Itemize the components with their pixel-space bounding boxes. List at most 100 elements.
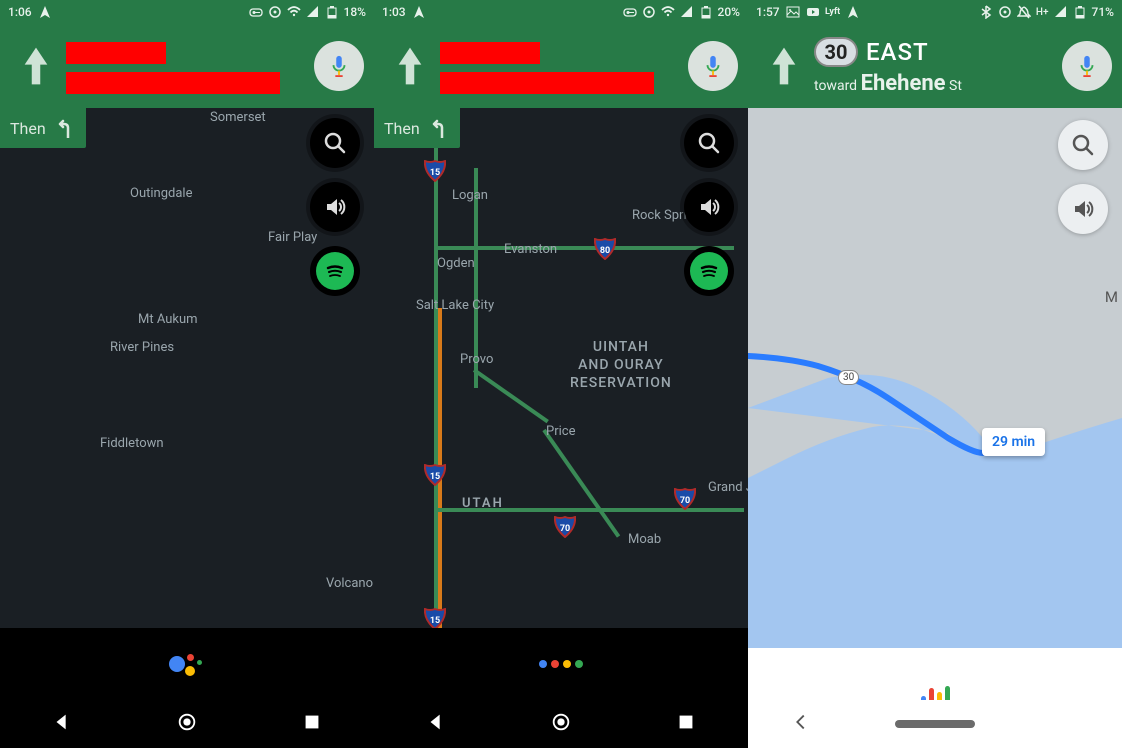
floating-buttons <box>1058 120 1108 234</box>
status-bar: 1:57 Lyft H+ 71% <box>748 0 1122 24</box>
volume-fab[interactable] <box>310 182 360 232</box>
map-label-ogden: Ogden <box>437 256 475 271</box>
youtube-notif-icon <box>806 5 820 19</box>
home-button[interactable] <box>176 711 198 737</box>
volume-fab[interactable] <box>684 182 734 232</box>
battery-text: 71% <box>1092 5 1114 19</box>
redacted-block <box>440 72 654 94</box>
clock-text: 1:57 <box>756 5 780 19</box>
map-label-price: Price <box>546 424 575 439</box>
battery-icon <box>699 5 713 19</box>
interstate-shield-icon: 15 <box>424 160 446 182</box>
route-shield-small: 30 <box>838 370 859 385</box>
map-label-volcano: Volcano <box>326 576 373 591</box>
toward-suffix: St <box>949 78 962 94</box>
wifi-icon <box>661 5 675 19</box>
home-button[interactable] <box>550 711 572 737</box>
svg-text:70: 70 <box>560 524 570 534</box>
phone-screenshot-1: 1:06 18% Then <box>0 0 374 748</box>
phone-screenshot-2: 1:03 20% Then <box>374 0 748 748</box>
back-button[interactable] <box>425 711 447 737</box>
android-nav-bar <box>374 700 748 748</box>
direction-text-redacted <box>440 38 680 94</box>
map-label-evanston: Evanston <box>504 242 557 257</box>
turn-left-icon <box>428 118 448 138</box>
search-fab[interactable] <box>1058 120 1108 170</box>
image-notif-icon <box>786 5 800 19</box>
home-pill[interactable] <box>895 720 975 728</box>
assistant-bar[interactable] <box>0 628 374 700</box>
map-label-utah: UTAH <box>462 496 504 511</box>
svg-text:70: 70 <box>680 496 690 506</box>
recent-button[interactable] <box>301 711 323 737</box>
android-nav-bar <box>0 700 374 748</box>
hplus-icon: H+ <box>1036 7 1049 18</box>
heading-text: EAST <box>866 38 929 66</box>
recent-button[interactable] <box>675 711 697 737</box>
nav-cursor-icon <box>846 5 860 19</box>
map-label-mtaukum: Mt Aukum <box>138 312 198 327</box>
voice-search-button[interactable] <box>314 41 364 91</box>
direction-text-redacted <box>66 38 306 94</box>
lyft-notif-icon: Lyft <box>826 5 840 19</box>
map-label-fiddletown: Fiddletown <box>100 436 164 451</box>
floating-buttons <box>310 118 360 296</box>
battery-icon <box>325 5 339 19</box>
navigation-header[interactable]: 30 EAST toward Ehehene St <box>748 24 1122 108</box>
spotify-fab[interactable] <box>310 246 360 296</box>
map-label-edge: M <box>1105 288 1118 306</box>
location-icon <box>268 5 282 19</box>
map-label-riverpines: River Pines <box>110 340 174 355</box>
map-label-slc: Salt Lake City <box>416 298 494 313</box>
spotify-fab[interactable] <box>684 246 734 296</box>
map-label-outingdale: Outingdale <box>130 186 192 201</box>
voice-search-button[interactable] <box>1062 41 1112 91</box>
assistant-bar[interactable] <box>374 628 748 700</box>
map-label-logan: Logan <box>452 188 488 203</box>
battery-text: 20% <box>718 5 740 19</box>
floating-buttons <box>684 118 734 296</box>
road-minor <box>473 368 549 423</box>
voice-search-button[interactable] <box>688 41 738 91</box>
search-fab[interactable] <box>684 118 734 168</box>
direction-arrow-icon <box>6 43 66 89</box>
volume-fab[interactable] <box>1058 184 1108 234</box>
svg-text:15: 15 <box>430 472 440 482</box>
back-button[interactable] <box>51 711 73 737</box>
toward-prefix: toward <box>814 78 857 94</box>
eta-pill: 29 min <box>982 428 1045 456</box>
location-icon <box>642 5 656 19</box>
back-button[interactable] <box>790 711 812 737</box>
bluetooth-icon <box>979 5 993 19</box>
android-nav-bar <box>748 700 1122 748</box>
nav-cursor-icon <box>38 5 52 19</box>
then-label: Then <box>10 119 46 138</box>
clock-text: 1:03 <box>382 5 406 19</box>
svg-text:15: 15 <box>430 168 440 178</box>
map-label-reservation: UINTAH AND OURAY RESERVATION <box>570 338 672 393</box>
map-label-grandjun: Grand Junction <box>708 480 748 495</box>
direction-arrow-icon <box>380 43 440 89</box>
interstate-shield-icon: 80 <box>594 238 616 260</box>
then-step-chip[interactable]: Then <box>0 108 86 148</box>
interstate-shield-icon: 70 <box>554 516 576 538</box>
wifi-icon <box>287 5 301 19</box>
turn-left-icon <box>54 118 74 138</box>
signal-icon <box>1054 5 1068 19</box>
direction-text: 30 EAST toward Ehehene St <box>814 37 1054 96</box>
assistant-orb-icon <box>169 650 205 678</box>
vpn-icon <box>249 5 263 19</box>
spotify-icon <box>316 252 354 290</box>
toward-main: Ehehene <box>861 71 946 96</box>
then-step-chip[interactable]: Then <box>374 108 460 148</box>
navigation-header[interactable] <box>374 24 748 108</box>
navigation-header[interactable] <box>0 24 374 108</box>
redacted-block <box>440 42 540 64</box>
battery-icon <box>1073 5 1087 19</box>
battery-text: 18% <box>344 5 366 19</box>
search-fab[interactable] <box>310 118 360 168</box>
svg-text:80: 80 <box>600 246 610 256</box>
map-label-moab: Moab <box>628 532 661 547</box>
interstate-shield-icon: 70 <box>674 488 696 510</box>
then-label: Then <box>384 119 420 138</box>
